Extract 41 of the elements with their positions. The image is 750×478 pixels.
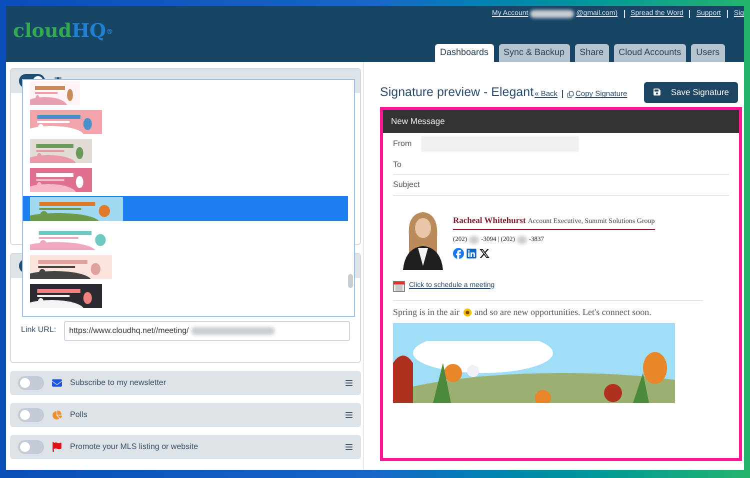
from-label: From — [393, 138, 413, 150]
menu-icon[interactable] — [345, 411, 353, 419]
envelope-icon — [52, 378, 62, 388]
pie-chart-icon — [52, 410, 62, 420]
banner-dropdown[interactable] — [22, 79, 355, 317]
copy-icon — [566, 90, 574, 98]
tab[interactable]: Users — [691, 44, 725, 62]
toggle-switch[interactable] — [18, 408, 44, 422]
redacted-text — [530, 10, 574, 18]
sunflower-icon — [462, 308, 472, 318]
compose-title: New Message — [391, 115, 445, 128]
redacted-text — [516, 236, 527, 244]
flag-icon — [52, 442, 62, 452]
link-url-label: Link URL: — [21, 324, 56, 336]
toggle-switch[interactable] — [18, 376, 44, 390]
facebook-icon[interactable] — [453, 248, 464, 258]
to-label: To — [393, 158, 402, 170]
redacted-text — [469, 236, 480, 244]
widget-label: Polls — [70, 409, 88, 421]
tab[interactable]: Share — [574, 44, 609, 62]
save-signature-button[interactable]: Save Signature — [644, 82, 738, 102]
calendar-icon — [393, 280, 405, 292]
preview-title: Signature preview - Elegant — [380, 84, 534, 101]
subject-label: Subject — [393, 179, 420, 191]
link-url-field[interactable]: https://www.cloudhq.net//meeting/ — [64, 321, 350, 341]
toggle-switch[interactable] — [18, 440, 44, 454]
message-text: Spring is in the air — [393, 306, 460, 319]
menu-icon[interactable] — [345, 443, 353, 451]
linkedin-icon[interactable] — [466, 248, 477, 258]
tab[interactable]: Cloud Accounts — [614, 44, 686, 62]
x-icon[interactable] — [479, 248, 490, 258]
widget-label: Subscribe to my newsletter — [70, 377, 168, 389]
signature-name: Racheal Whitehurst — [453, 214, 526, 227]
menu-icon[interactable] — [345, 379, 353, 387]
tab[interactable]: Sync & Backup — [498, 44, 570, 62]
message-text: and so are new opportunities. Let's connect soon. — [474, 306, 652, 319]
tab[interactable]: Dashboards — [435, 44, 494, 62]
widget-label: Promote your MLS listing or website — [70, 441, 200, 453]
logo: cloudHQ$^{®}$ — [13, 22, 114, 41]
save-icon — [652, 88, 661, 96]
scrollbar-thumb[interactable] — [348, 274, 353, 288]
